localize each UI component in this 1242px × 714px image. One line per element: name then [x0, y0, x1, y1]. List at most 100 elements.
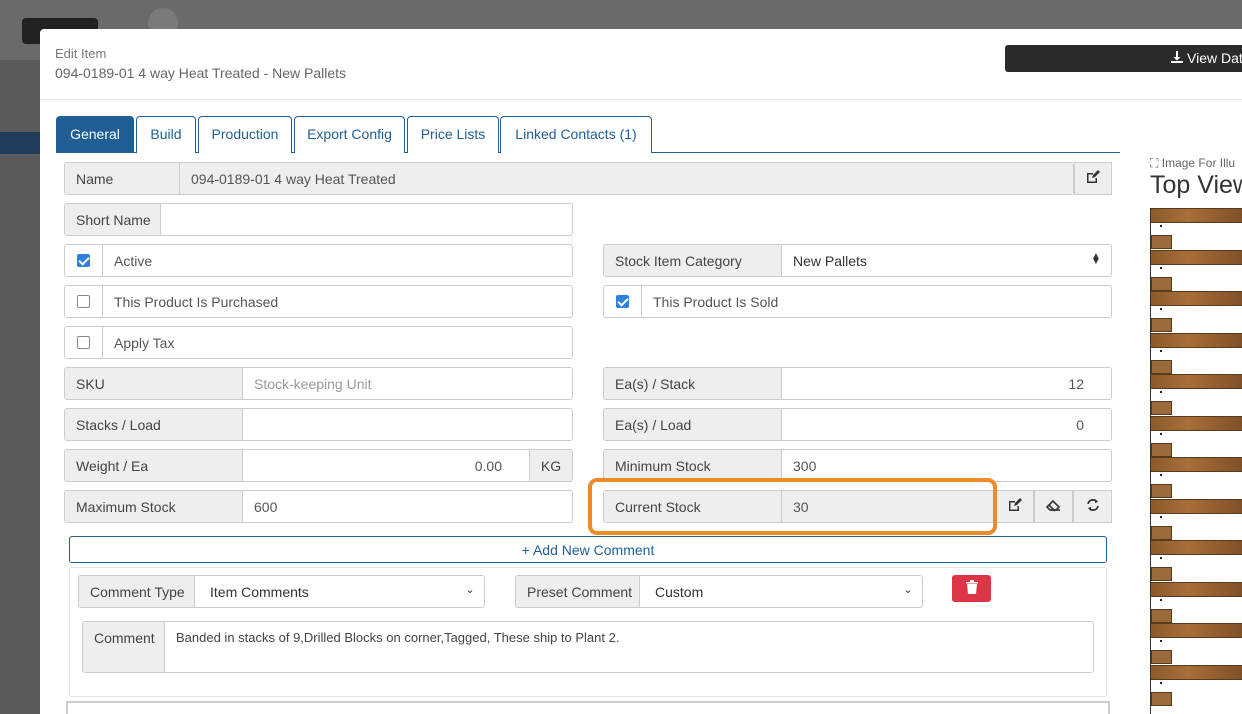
delete-comment-button[interactable]: [952, 575, 991, 602]
modal-title: 094-0189-01 4 way Heat Treated - New Pal…: [55, 65, 347, 81]
add-comment-button[interactable]: + Add New Comment: [69, 536, 1107, 563]
chevron-down-icon[interactable]: ⌄: [894, 576, 922, 607]
stock-category-label: Stock Item Category: [604, 245, 782, 276]
edit-item-modal: Edit Item 094-0189-01 4 way Heat Treated…: [40, 29, 1242, 714]
name-value: 094-0189-01 4 way Heat Treated: [180, 163, 1073, 194]
modal-header: Edit Item 094-0189-01 4 way Heat Treated…: [40, 29, 1242, 100]
max-stock-input[interactable]: 600: [243, 491, 572, 522]
pallet-block: [1151, 650, 1172, 664]
weight-input[interactable]: 0.00: [243, 450, 529, 481]
pallet-nail: [1160, 349, 1162, 352]
pallet-board: [1151, 291, 1242, 306]
next-section: [66, 701, 1110, 714]
comment-type-select[interactable]: Item Comments: [195, 576, 456, 607]
min-stock-label: Minimum Stock: [604, 450, 782, 481]
pallet-nail: [1160, 681, 1162, 684]
pallet-nail: [1160, 266, 1162, 269]
apply-tax-checkbox-wrap[interactable]: [65, 327, 103, 358]
weight-field: Weight / Ea 0.00 KG: [64, 449, 573, 482]
tab-build[interactable]: Build: [136, 116, 196, 153]
active-checkbox-wrap[interactable]: [65, 245, 103, 276]
image-caption-text: Image For Illu: [1161, 156, 1236, 170]
pallet-nail: [1160, 391, 1162, 393]
ea-load-label: Ea(s) / Load: [604, 409, 782, 440]
image-caption: ⛶ Image For Illu: [1150, 156, 1235, 171]
comment-textarea[interactable]: Banded in stacks of 9,Drilled Blocks on …: [165, 622, 1093, 672]
refresh-stock-button[interactable]: [1073, 490, 1112, 523]
active-label: Active: [114, 253, 153, 269]
weight-unit: KG: [529, 450, 572, 481]
ea-load-input[interactable]: 0: [782, 409, 1111, 440]
purchased-label: This Product Is Purchased: [114, 294, 279, 310]
view-data-button[interactable]: View Dat: [1005, 45, 1242, 72]
image-title: Top View: [1150, 171, 1242, 199]
tab-production[interactable]: Production: [198, 116, 292, 153]
pallet-board: [1151, 415, 1242, 431]
pallet-block: [1151, 442, 1172, 457]
stock-category-field: Stock Item Category New Pallets ▲ ▼: [603, 244, 1112, 277]
comment-label: Comment: [83, 622, 165, 672]
tab-general[interactable]: General: [56, 116, 134, 153]
preset-comment-label: Preset Comment: [516, 576, 640, 607]
sold-checkbox-wrap[interactable]: [604, 286, 642, 317]
preset-comment-select[interactable]: Custom: [640, 576, 894, 607]
pallet-block: [1151, 525, 1172, 540]
apply-tax-label: Apply Tax: [114, 335, 175, 351]
current-stock-highlight: [588, 478, 997, 535]
sku-input[interactable]: Stock-keeping Unit: [243, 368, 572, 399]
trash-icon: [965, 580, 978, 597]
min-stock-input[interactable]: 300: [782, 450, 1111, 481]
pallet-nail: [1160, 225, 1162, 227]
pallet-block: [1151, 567, 1172, 581]
pallet-top-view-image: [1150, 208, 1242, 714]
pallet-nail: [1160, 515, 1162, 518]
purchased-checkbox-wrap[interactable]: [65, 286, 103, 317]
pallet-board: [1151, 208, 1242, 223]
chevron-down-icon[interactable]: ⌄: [456, 576, 484, 607]
edit-stock-button[interactable]: [995, 490, 1034, 523]
pallet-block: [1151, 235, 1172, 249]
pallet-nail: [1160, 598, 1162, 601]
sold-checkbox[interactable]: [616, 295, 629, 308]
active-checkbox[interactable]: [77, 254, 90, 267]
ea-load-field: Ea(s) / Load 0: [603, 408, 1112, 441]
clear-stock-button[interactable]: [1034, 490, 1073, 523]
tab-bar: General Build Production Export Config P…: [56, 116, 1120, 153]
pallet-block: [1151, 608, 1172, 623]
sold-label: This Product Is Sold: [653, 294, 779, 310]
select-arrows-icon[interactable]: ▲ ▼: [1081, 245, 1111, 276]
ea-stack-input[interactable]: 12: [782, 368, 1111, 399]
tab-linked-contacts[interactable]: Linked Contacts (1): [500, 116, 652, 153]
download-icon: [1171, 51, 1183, 66]
pallet-board: [1151, 664, 1242, 680]
active-field: Active: [64, 244, 573, 277]
view-data-label: View Dat: [1187, 50, 1242, 66]
max-stock-label: Maximum Stock: [65, 491, 243, 522]
tab-price-lists[interactable]: Price Lists: [407, 116, 499, 153]
pallet-nail: [1160, 474, 1162, 476]
purchased-checkbox[interactable]: [77, 295, 90, 308]
tab-export-config[interactable]: Export Config: [294, 116, 405, 153]
stock-category-select[interactable]: New Pallets: [782, 245, 1081, 276]
short-name-input[interactable]: [161, 204, 572, 235]
comment-type-field: Comment Type Item Comments ⌄: [78, 575, 485, 608]
stacks-load-label: Stacks / Load: [65, 409, 243, 440]
short-name-field: Short Name: [64, 203, 573, 236]
pallet-board: [1151, 249, 1242, 265]
apply-tax-checkbox[interactable]: [77, 336, 90, 349]
ea-stack-field: Ea(s) / Stack 12: [603, 367, 1112, 400]
edit-icon: [1008, 498, 1022, 515]
stacks-load-field: Stacks / Load: [64, 408, 573, 441]
edit-icon: [1086, 170, 1100, 187]
pallet-block: [1151, 484, 1172, 498]
modal-subtitle: Edit Item: [55, 46, 107, 61]
edit-name-button[interactable]: [1074, 162, 1112, 195]
expand-icon[interactable]: ⛶: [1150, 156, 1158, 170]
pallet-board: [1151, 498, 1242, 514]
pallet-block: [1151, 401, 1172, 415]
pallet-board: [1151, 332, 1242, 348]
comment-field: Comment Banded in stacks of 9,Drilled Bl…: [82, 621, 1094, 673]
stacks-load-input[interactable]: [243, 409, 572, 440]
sold-field: This Product Is Sold: [603, 285, 1112, 318]
sku-field: SKU Stock-keeping Unit: [64, 367, 573, 400]
